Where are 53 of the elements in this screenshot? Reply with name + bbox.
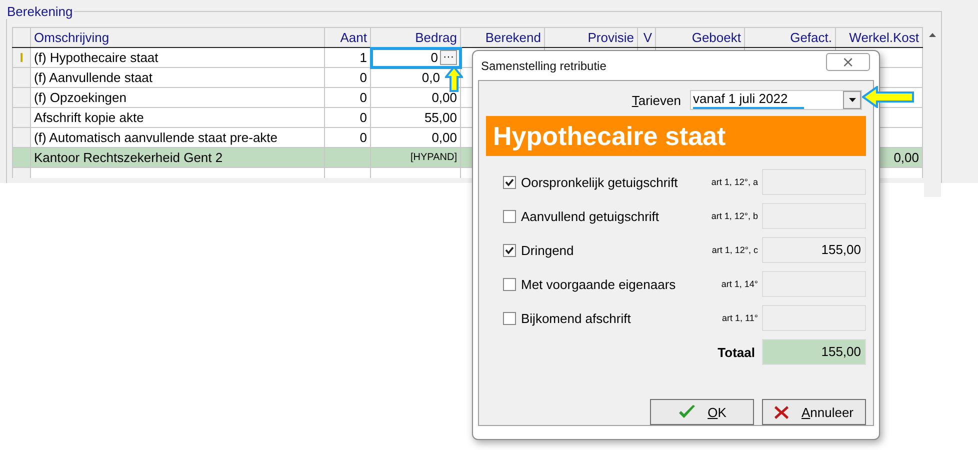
table-cell: 55,00 <box>370 108 460 128</box>
table-cell: Afschrift kopie akte <box>30 108 324 128</box>
scroll-up-icon[interactable] <box>929 33 936 37</box>
table-cell: 0 <box>324 108 370 128</box>
checkbox[interactable] <box>503 244 516 256</box>
close-button[interactable]: ⨯ <box>826 52 870 70</box>
table-cell: 0 <box>324 88 370 108</box>
article-reference: art 1, 12°, c <box>712 245 758 255</box>
column-header[interactable]: Berekend <box>460 28 544 48</box>
checkbox-label[interactable]: Met voorgaande eigenaars <box>521 276 722 292</box>
table-cell: (f) Aanvullende staat <box>30 68 324 88</box>
row-indicator: I <box>12 48 30 68</box>
column-header[interactable]: Provisie <box>544 28 638 48</box>
checkbox-label[interactable]: Bijkomend afschrift <box>521 310 722 326</box>
checkbox[interactable] <box>503 210 516 222</box>
table-cell: (f) Hypothecaire staat <box>30 48 324 68</box>
checkbox[interactable] <box>503 312 516 324</box>
column-header[interactable]: Aant <box>324 28 370 48</box>
group-title: Berekening <box>6 4 74 19</box>
checkbox-label[interactable]: Oorspronkelijk getuigschrift <box>521 174 712 190</box>
edit-cell[interactable]: 0 ··· <box>370 48 460 68</box>
total-field: 155,00 <box>762 339 866 365</box>
column-header[interactable]: Bedrag <box>370 28 460 48</box>
table-cell: [HYPAND] <box>370 148 460 168</box>
ellipsis-button[interactable]: ··· <box>440 50 457 65</box>
checkbox-label[interactable]: Aanvullend getuigschrift <box>521 208 712 224</box>
cancel-button[interactable]: Annuleer <box>762 399 866 425</box>
article-reference: art 1, 14° <box>721 279 758 289</box>
column-header[interactable]: V <box>638 28 656 48</box>
ok-button[interactable]: OK <box>650 399 754 425</box>
amount-field: 155,00 <box>762 237 866 263</box>
section-banner: Hypothecaire staat <box>486 116 866 156</box>
checkbox[interactable] <box>503 176 516 188</box>
arrow-icon <box>862 86 914 108</box>
article-reference: art 1, 12°, a <box>711 177 758 187</box>
dropdown-caret-icon[interactable] <box>848 98 856 102</box>
table-cell: (f) Opzoekingen <box>30 88 324 108</box>
article-reference: art 1, 12°, b <box>711 211 758 221</box>
table-cell: Kantoor Rechtszekerheid Gent 2 <box>30 148 324 168</box>
article-reference: art 1, 11° <box>722 313 758 323</box>
tarieven-label: Tarieven <box>632 92 681 108</box>
checkbox[interactable] <box>503 278 516 290</box>
tarieven-dropdown[interactable]: vanaf 1 juli 2022 <box>690 90 862 110</box>
checkbox-label[interactable]: Dringend <box>521 242 712 258</box>
column-header[interactable]: Geboekt <box>656 28 744 48</box>
column-header[interactable]: Gefact. <box>744 28 836 48</box>
column-header[interactable]: Omschrijving <box>30 28 324 48</box>
table-cell: 0 <box>324 68 370 88</box>
total-label: Totaal <box>718 344 755 360</box>
column-header[interactable]: Werkel.Kost <box>836 28 922 48</box>
arrow-icon <box>445 66 463 92</box>
cross-icon <box>774 404 790 420</box>
check-icon <box>678 404 696 420</box>
